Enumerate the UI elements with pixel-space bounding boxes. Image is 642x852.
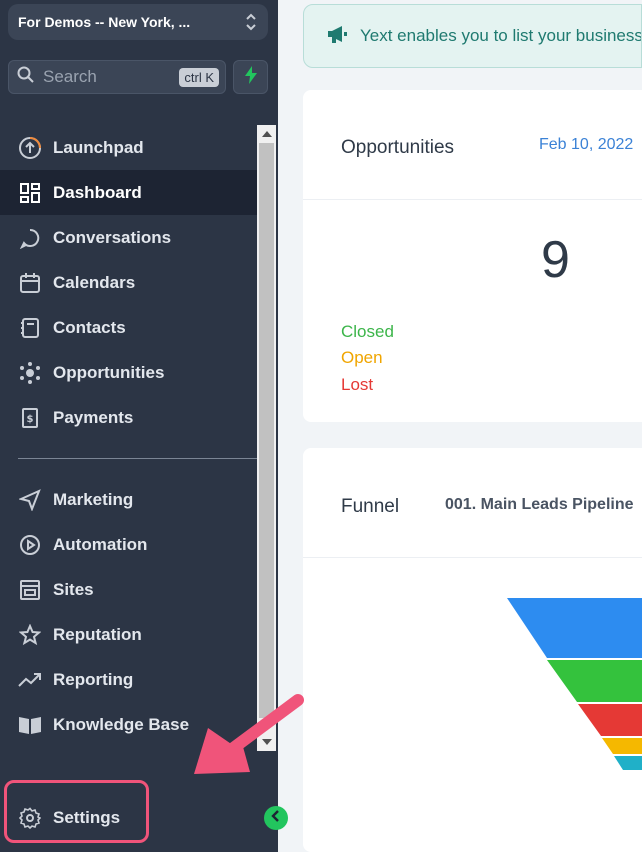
location-name: For Demos -- New York, ...: [18, 14, 191, 30]
sidebar-item-label: Reputation: [53, 624, 142, 644]
sidebar-item-label: Marketing: [53, 489, 134, 509]
sidebar-item-label: Reporting: [53, 669, 134, 689]
date-filter[interactable]: Feb 10, 2022: [539, 136, 633, 154]
chat-icon: [18, 226, 42, 250]
sidebar-item-sites[interactable]: Sites: [0, 567, 257, 612]
card-header: Funnel 001. Main Leads Pipeline: [303, 448, 642, 558]
sidebar-item-dashboard[interactable]: Dashboard: [0, 170, 257, 215]
dashboard-icon: [18, 181, 42, 205]
trend-icon: [18, 668, 42, 692]
legend-closed: Closed: [341, 322, 394, 341]
scroll-up-icon[interactable]: [262, 131, 272, 137]
calendar-icon: [18, 271, 42, 295]
funnel-stage-2: [547, 660, 642, 702]
sidebar-item-calendars[interactable]: Calendars: [0, 260, 257, 305]
announcement-banner: Yext enables you to list your business: [303, 4, 642, 68]
pipeline-select[interactable]: 001. Main Leads Pipeline: [445, 496, 634, 514]
funnel-stage-3: [578, 704, 642, 736]
sidebar-item-marketing[interactable]: Marketing: [0, 477, 257, 522]
nav-menu: Launchpad Dashboard Conversations Calend…: [0, 125, 257, 747]
legend-lost: Lost: [341, 375, 374, 394]
card-title: Opportunities: [341, 137, 455, 158]
sidebar-item-label: Conversations: [53, 227, 172, 247]
banner-text: Yext enables you to list your business: [360, 26, 642, 45]
funnel-stage-5: [614, 756, 642, 770]
sidebar-item-label: Calendars: [53, 272, 136, 292]
funnel-card: Funnel 001. Main Leads Pipeline: [303, 448, 642, 852]
sidebar-item-label: Launchpad: [53, 137, 144, 157]
chevron-left-icon: [270, 809, 282, 827]
sidebar-item-label: Dashboard: [53, 182, 142, 202]
megaphone-icon: [326, 24, 348, 49]
sites-icon: [18, 578, 42, 602]
opportunities-count: 9: [541, 231, 570, 289]
sidebar-item-label: Contacts: [53, 317, 126, 337]
collapse-sidebar-button[interactable]: [264, 806, 288, 830]
sidebar-item-contacts[interactable]: Contacts: [0, 305, 257, 350]
send-icon: [18, 488, 42, 512]
sidebar-item-conversations[interactable]: Conversations: [0, 215, 257, 260]
sidebar-item-reputation[interactable]: Reputation: [0, 612, 257, 657]
legend-open: Open: [341, 348, 383, 367]
sidebar-item-opportunities[interactable]: Opportunities: [0, 350, 257, 395]
sidebar-item-label: Automation: [53, 534, 148, 554]
launchpad-icon: [18, 136, 42, 160]
scrollbar-thumb[interactable]: [259, 143, 274, 718]
funnel-stage-1: [507, 598, 642, 658]
sidebar-item-automation[interactable]: Automation: [0, 522, 257, 567]
search-input[interactable]: Search ctrl K: [8, 60, 226, 94]
payments-icon: $: [18, 406, 42, 430]
annotation-arrow: [194, 694, 304, 774]
sidebar-item-label: Sites: [53, 579, 94, 599]
funnel-stage-4: [602, 738, 642, 754]
nav-divider: [18, 458, 257, 459]
opportunities-icon: [18, 361, 42, 385]
svg-text:$: $: [27, 414, 34, 425]
shortcut-badge: ctrl K: [179, 67, 219, 87]
sidebar-item-launchpad[interactable]: Launchpad: [0, 125, 257, 170]
book-icon: [18, 713, 42, 737]
lightning-icon: [244, 65, 258, 89]
card-header: Opportunities Feb 10, 2022: [303, 90, 642, 200]
funnel-chart: [507, 598, 642, 770]
opportunities-card: Opportunities Feb 10, 2022 9 Closed Open…: [303, 90, 642, 422]
search-placeholder: Search: [43, 67, 97, 86]
search-icon: [17, 66, 35, 89]
sidebar-item-payments[interactable]: $ Payments: [0, 395, 257, 440]
star-icon: [18, 623, 42, 647]
sidebar-item-label: Knowledge Base: [53, 714, 190, 734]
annotation-highlight-box: [4, 780, 149, 843]
quick-actions-button[interactable]: [233, 60, 268, 94]
automation-icon: [18, 533, 42, 557]
card-title: Funnel: [341, 496, 400, 517]
sidebar-item-label: Opportunities: [53, 362, 165, 382]
location-switcher[interactable]: For Demos -- New York, ...: [8, 4, 268, 40]
contacts-icon: [18, 316, 42, 340]
sidebar-scrollbar[interactable]: [257, 125, 276, 751]
chevron-updown-icon: [244, 10, 258, 34]
sidebar-item-label: Payments: [53, 407, 134, 427]
